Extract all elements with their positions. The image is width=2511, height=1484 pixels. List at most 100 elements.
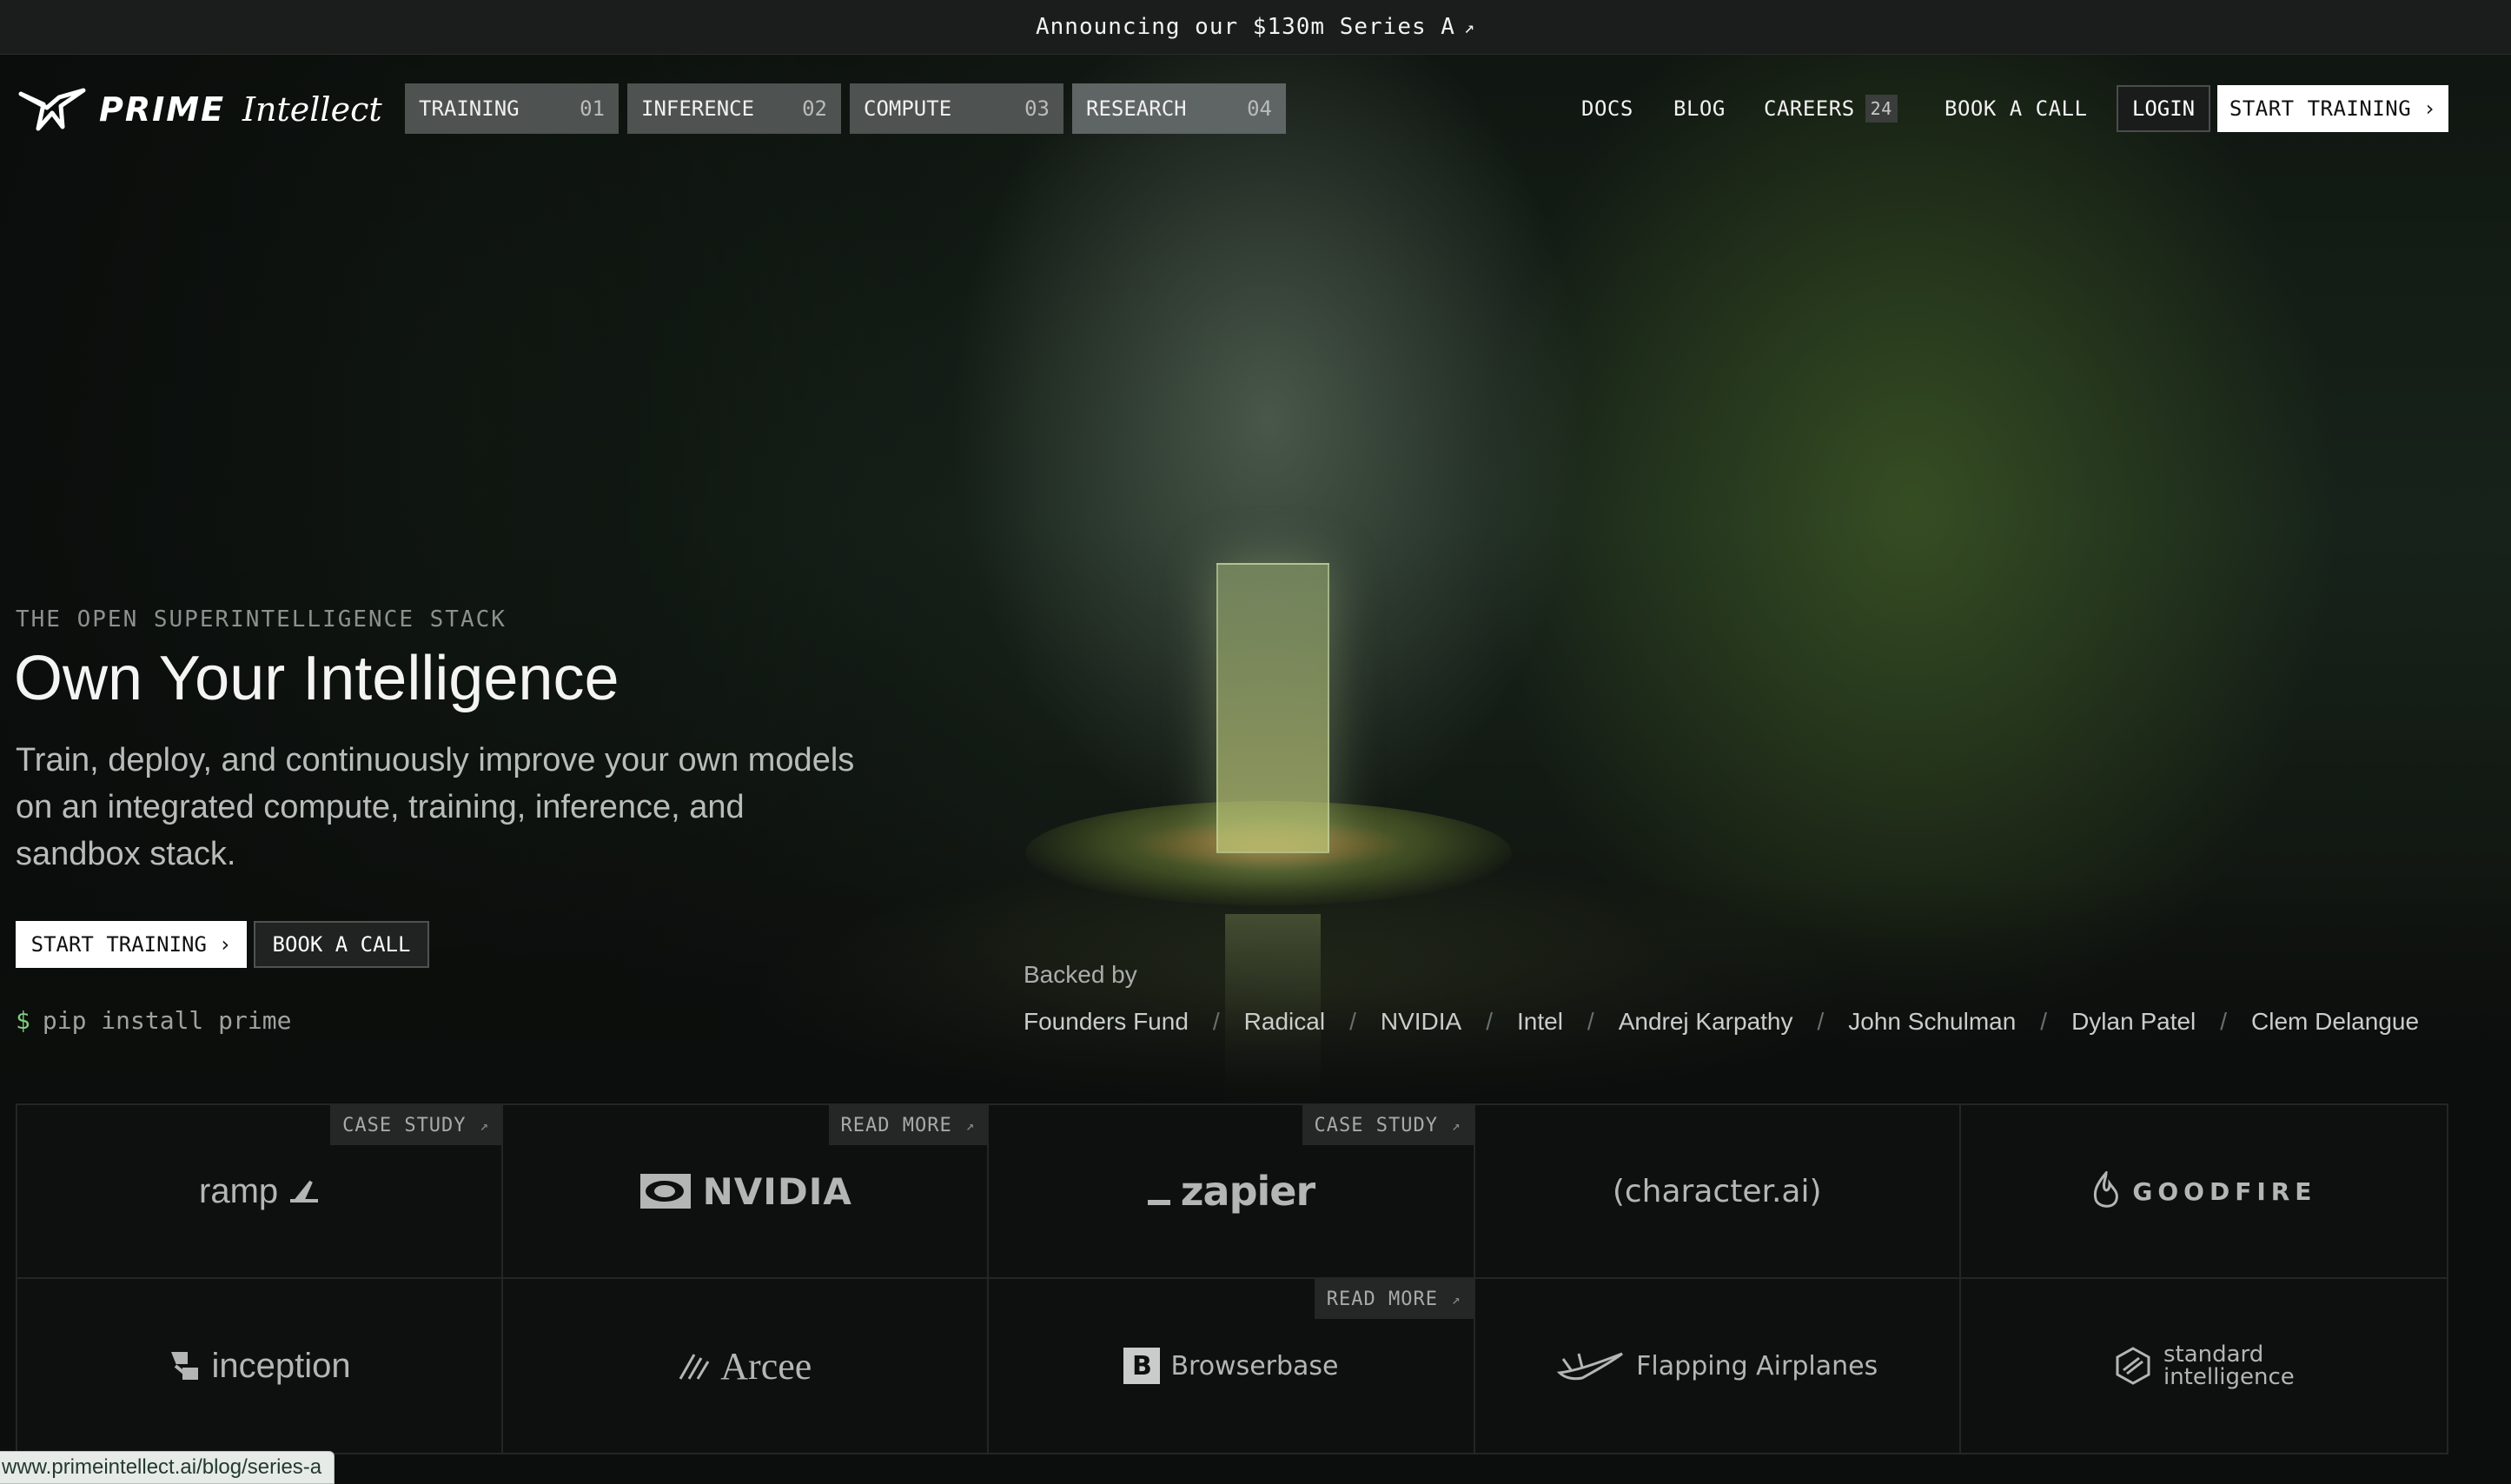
backers-list: Founders Fund / Radical / NVIDIA / Intel…	[1024, 1008, 2419, 1036]
backer-name: Founders Fund	[1024, 1008, 1189, 1035]
announcement-text[interactable]: Announcing our $130m Series A	[1036, 14, 1455, 40]
tab-label: INFERENCE	[641, 96, 755, 121]
hero-title: Own Your Intelligence	[14, 644, 619, 713]
chevron-right-icon: ›	[2423, 96, 2437, 121]
case-study-tag[interactable]: CASE STUDY ↗	[1302, 1105, 1474, 1145]
logo-cell-nvidia[interactable]: READ MORE ↗ NVIDIA	[503, 1105, 990, 1279]
top-navigation: PRIME Intellect TRAINING 01 INFERENCE 02…	[0, 54, 2511, 163]
zapier-logo: zapier	[1147, 1168, 1315, 1215]
inception-mark-icon	[170, 1352, 198, 1380]
prompt-symbol: $	[16, 1006, 30, 1035]
standard-intelligence-logo: standard intelligence	[2113, 1343, 2295, 1388]
brand-prime: PRIME	[99, 90, 226, 129]
goodfire-wordmark: GOODFIRE	[2132, 1176, 2317, 1206]
separator: /	[2040, 1008, 2048, 1035]
hero-bottom-fade	[0, 878, 2511, 1103]
read-more-tag[interactable]: READ MORE ↗	[828, 1105, 988, 1145]
nav-docs-link[interactable]: DOCS	[1581, 83, 1633, 134]
tag-label: CASE STUDY	[342, 1114, 467, 1136]
browserbase-b-icon: B	[1123, 1348, 1161, 1384]
backer-name: Radical	[1243, 1008, 1326, 1035]
tab-compute[interactable]: COMPUTE 03	[850, 83, 1063, 134]
wordmark-line-2: intelligence	[2163, 1364, 2295, 1390]
book-call-button[interactable]: BOOK A CALL	[254, 921, 429, 968]
tab-training[interactable]: TRAINING 01	[405, 83, 619, 134]
browserbase-logo: B Browserbase	[1123, 1348, 1339, 1384]
logo-cell-character-ai[interactable]: (character.ai)	[1474, 1105, 1961, 1279]
separator: /	[1587, 1008, 1594, 1035]
backer-name: Dylan Patel	[2071, 1008, 2196, 1035]
tab-label: COMPUTE	[864, 96, 952, 121]
start-training-button[interactable]: START TRAINING ›	[16, 921, 247, 968]
ramp-logo: ramp	[199, 1172, 320, 1211]
logo-cell-ramp[interactable]: CASE STUDY ↗ ramp	[17, 1105, 504, 1279]
brand-logo[interactable]: PRIME Intellect	[17, 87, 382, 132]
case-study-tag[interactable]: CASE STUDY ↗	[330, 1105, 502, 1145]
character-ai-logo: (character.ai)	[1613, 1174, 1822, 1209]
pip-install-command[interactable]: $ pip install prime	[16, 1006, 291, 1035]
arcee-slash-icon	[679, 1354, 710, 1380]
login-button[interactable]: LOGIN	[2117, 85, 2210, 132]
goodfire-flame-icon	[2094, 1171, 2119, 1208]
arcee-logo: Arcee	[679, 1344, 812, 1388]
announcement-bar[interactable]: Announcing our $130m Series A ↗	[0, 0, 2511, 55]
separator: /	[1817, 1008, 1825, 1035]
customer-logo-grid: CASE STUDY ↗ ramp READ MORE ↗ NVIDIA CAS…	[16, 1103, 2448, 1454]
ramp-wordmark: ramp	[199, 1171, 279, 1210]
chevron-right-icon: ›	[218, 932, 232, 957]
tab-label: TRAINING	[419, 96, 520, 121]
backer-name: NVIDIA	[1380, 1008, 1462, 1035]
inception-logo: inception	[169, 1347, 351, 1386]
inception-wordmark: inception	[211, 1346, 351, 1385]
logo-cell-zapier[interactable]: CASE STUDY ↗ zapier	[989, 1105, 1475, 1279]
butterfly-logo-icon	[18, 88, 86, 131]
zapier-underscore-icon	[1147, 1200, 1170, 1205]
flapping-airplanes-logo: Flapping Airplanes	[1556, 1348, 1878, 1383]
start-training-nav-button[interactable]: START TRAINING ›	[2217, 85, 2448, 132]
tag-label: READ MORE	[840, 1114, 952, 1136]
backer-name: Intel	[1516, 1008, 1563, 1035]
backer-name: Clem Delangue	[2251, 1008, 2420, 1035]
nvidia-eye-icon	[639, 1174, 691, 1209]
link-status-bar: www.primeintellect.ai/blog/series-a	[0, 1451, 335, 1484]
goodfire-logo: GOODFIRE	[2090, 1171, 2316, 1211]
read-more-tag[interactable]: READ MORE ↗	[1314, 1279, 1474, 1319]
nav-blog-link[interactable]: BLOG	[1673, 83, 1726, 134]
brand-intellect: Intellect	[242, 90, 382, 129]
separator: /	[1486, 1008, 1493, 1035]
start-training-label: START TRAINING	[2229, 96, 2412, 121]
external-arrow-icon: ↗	[1451, 1290, 1461, 1308]
tag-label: READ MORE	[1326, 1288, 1438, 1310]
character-ai-wordmark: (character.ai)	[1612, 1173, 1822, 1209]
separator: /	[1212, 1008, 1220, 1035]
pip-command-text: pip install prime	[42, 1006, 292, 1035]
tab-number: 01	[580, 96, 605, 121]
logo-cell-inception[interactable]: inception	[17, 1279, 504, 1453]
tab-inference[interactable]: INFERENCE 02	[627, 83, 841, 134]
tab-number: 02	[802, 96, 827, 121]
backer-name: John Schulman	[1848, 1008, 2017, 1035]
hero-subtitle: Train, deploy, and continuously improve …	[16, 742, 855, 872]
logo-cell-arcee[interactable]: Arcee	[503, 1279, 990, 1453]
standard-intelligence-wordmark: standard intelligence	[2163, 1343, 2295, 1388]
logo-cell-goodfire[interactable]: GOODFIRE	[1960, 1105, 2447, 1279]
logo-cell-standard-intelligence[interactable]: standard intelligence	[1961, 1279, 2447, 1453]
nav-book-call-link[interactable]: BOOK A CALL	[1945, 83, 2087, 134]
separator: /	[2220, 1008, 2228, 1035]
standard-intelligence-mark-icon	[2116, 1347, 2150, 1385]
arcee-wordmark: Arcee	[720, 1344, 812, 1388]
monolith-shape	[1216, 563, 1329, 853]
logo-cell-flapping-airplanes[interactable]: Flapping Airplanes	[1475, 1279, 1961, 1453]
flapping-airplanes-wordmark: Flapping Airplanes	[1636, 1350, 1878, 1381]
airplane-icon	[1556, 1352, 1624, 1381]
backed-by-label: Backed by	[1024, 961, 1137, 988]
browserbase-wordmark: Browserbase	[1170, 1350, 1339, 1381]
nvidia-wordmark: NVIDIA	[702, 1169, 852, 1213]
separator: /	[1349, 1008, 1356, 1035]
backer-name: Andrej Karpathy	[1618, 1008, 1793, 1035]
external-arrow-icon: ↗	[1451, 1116, 1461, 1134]
nvidia-logo: NVIDIA	[639, 1170, 852, 1213]
nav-careers-link[interactable]: CAREERS 24	[1764, 83, 1898, 134]
tab-research[interactable]: RESEARCH 04	[1072, 83, 1286, 134]
logo-cell-browserbase[interactable]: READ MORE ↗ B Browserbase	[989, 1279, 1475, 1453]
